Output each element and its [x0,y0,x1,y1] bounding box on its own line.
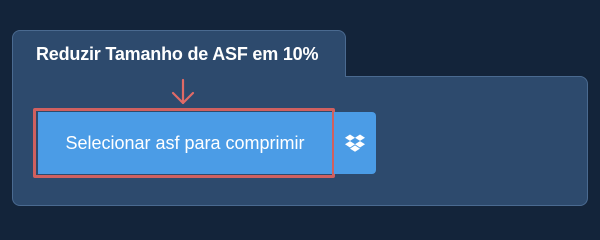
select-file-button[interactable]: Selecionar asf para comprimir [38,112,332,174]
dropbox-icon [345,134,365,152]
converter-widget: Reduzir Tamanho de ASF em 10% Selecionar… [0,0,600,230]
dropbox-button[interactable] [334,112,376,174]
tab-title: Reduzir Tamanho de ASF em 10% [36,44,319,64]
arrow-down-icon [171,78,195,105]
